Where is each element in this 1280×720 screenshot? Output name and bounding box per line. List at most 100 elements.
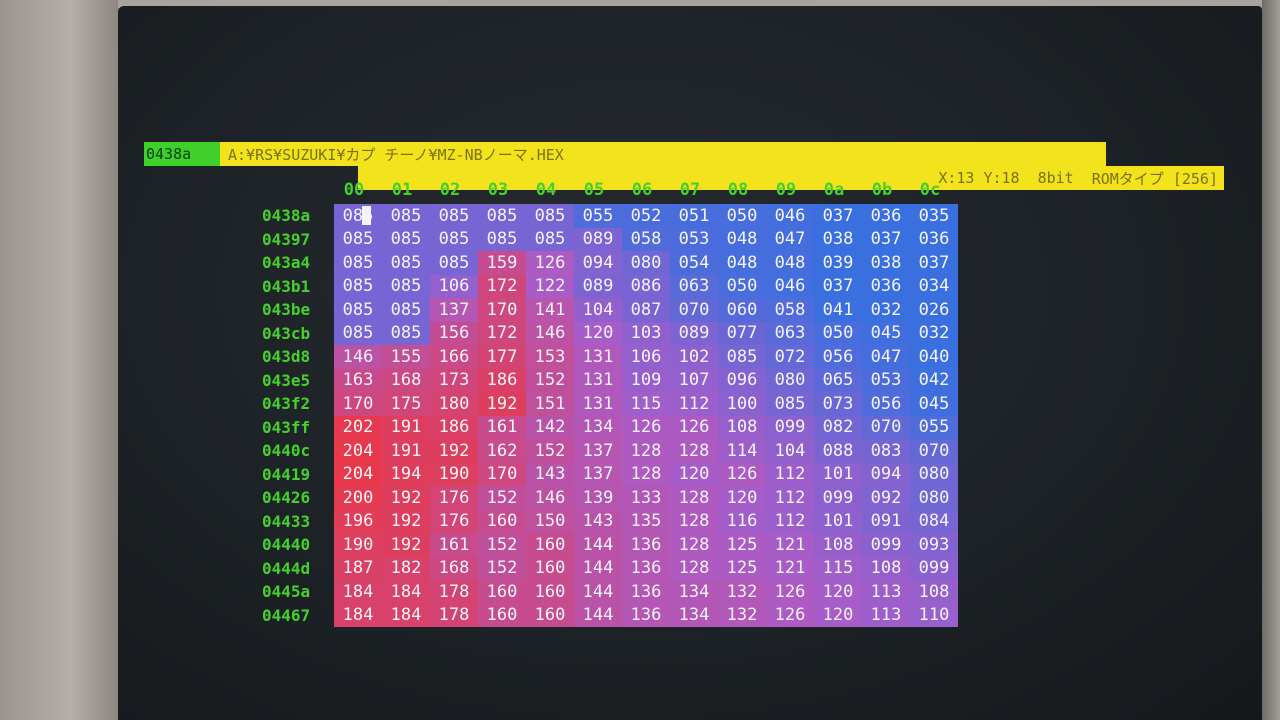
map-cell[interactable]: 035 [910,204,958,228]
map-cell[interactable]: 045 [910,392,958,416]
map-cell[interactable]: 173 [430,368,478,392]
map-cell[interactable]: 048 [766,251,814,275]
map-cell[interactable]: 055 [574,204,622,228]
map-cell[interactable]: 100 [718,392,766,416]
map-cell[interactable]: 110 [910,603,958,627]
map-cell[interactable]: 087 [622,298,670,322]
map-cell[interactable]: 085 [430,251,478,275]
map-cell[interactable]: 146 [526,486,574,510]
map-cell[interactable]: 077 [718,321,766,345]
map-cell[interactable]: 136 [622,556,670,580]
map-cell[interactable]: 085 [382,298,430,322]
map-cell[interactable]: 126 [670,415,718,439]
map-cell[interactable]: 160 [478,509,526,533]
map-cell[interactable]: 152 [478,486,526,510]
map-cell[interactable]: 114 [718,439,766,463]
map-cell[interactable]: 180 [430,392,478,416]
map-cell[interactable]: 032 [910,321,958,345]
map-cell[interactable]: 184 [382,603,430,627]
map-cell[interactable]: 184 [334,580,382,604]
map-cell[interactable]: 102 [670,345,718,369]
map-cell[interactable]: 126 [718,462,766,486]
map-cell[interactable]: 120 [670,462,718,486]
map-cell[interactable]: 120 [814,580,862,604]
map-cell[interactable]: 137 [574,439,622,463]
map-cell[interactable]: 126 [766,603,814,627]
map-cell[interactable]: 050 [718,204,766,228]
map-cell[interactable]: 101 [814,509,862,533]
map-cell[interactable]: 085 [430,204,478,228]
map-cell[interactable]: 125 [718,533,766,557]
map-cell[interactable]: 186 [478,368,526,392]
map-cell[interactable]: 041 [814,298,862,322]
map-cell[interactable]: 053 [862,368,910,392]
map-cell[interactable]: 128 [670,509,718,533]
map-cell[interactable]: 084 [910,509,958,533]
map-cell[interactable]: 036 [862,274,910,298]
map-cell[interactable]: 120 [718,486,766,510]
map-cell[interactable]: 163 [334,368,382,392]
map-cell[interactable]: 160 [526,603,574,627]
map-cell[interactable]: 042 [910,368,958,392]
map-cell[interactable]: 175 [382,392,430,416]
map-cell[interactable]: 168 [382,368,430,392]
map-cell[interactable]: 109 [622,368,670,392]
map-cell[interactable]: 050 [814,321,862,345]
map-cell[interactable]: 184 [334,603,382,627]
map-cell[interactable]: 053 [670,227,718,251]
map-cell[interactable]: 058 [622,227,670,251]
map-cell[interactable]: 085 [526,227,574,251]
map-cell[interactable]: 085 [718,345,766,369]
map-cell[interactable]: 133 [622,486,670,510]
map-cell[interactable]: 112 [670,392,718,416]
map-cell[interactable]: 200 [334,486,382,510]
map-cell[interactable]: 143 [526,462,574,486]
map-cell[interactable]: 136 [622,533,670,557]
map-cell[interactable]: 131 [574,368,622,392]
map-cell[interactable]: 037 [814,204,862,228]
map-cell[interactable]: 192 [430,439,478,463]
map-cell[interactable]: 128 [622,439,670,463]
map-cell[interactable]: 192 [478,392,526,416]
map-cell[interactable]: 156 [430,321,478,345]
map-cell[interactable]: 126 [526,251,574,275]
map-cell[interactable]: 190 [334,533,382,557]
map-cell[interactable]: 120 [574,321,622,345]
map-cell[interactable]: 144 [574,603,622,627]
map-cell[interactable]: 072 [766,345,814,369]
map-cell[interactable]: 085 [334,227,382,251]
map-cell[interactable]: 085 [382,274,430,298]
map-cell[interactable]: 082 [814,415,862,439]
map-cell[interactable]: 026 [910,298,958,322]
map-cell[interactable]: 032 [862,298,910,322]
map-cell[interactable]: 160 [526,556,574,580]
map-cell[interactable]: 143 [574,509,622,533]
map-cell[interactable]: 162 [478,439,526,463]
map-cell[interactable]: 085 [334,321,382,345]
map-cell[interactable]: 091 [862,509,910,533]
map-cell[interactable]: 070 [862,415,910,439]
map-cell[interactable]: 106 [622,345,670,369]
map-cell[interactable]: 153 [526,345,574,369]
map-cell[interactable]: 136 [622,603,670,627]
map-cell[interactable]: 122 [526,274,574,298]
map-cell[interactable]: 182 [382,556,430,580]
map-cell[interactable]: 128 [670,556,718,580]
map-cell[interactable]: 099 [862,533,910,557]
map-cell[interactable]: 104 [766,439,814,463]
map-cell[interactable]: 121 [766,556,814,580]
map-cell[interactable]: 160 [478,580,526,604]
map-cell[interactable]: 088 [814,439,862,463]
map-cell[interactable]: 085 [382,204,430,228]
map-cell[interactable]: 056 [862,392,910,416]
map-cell[interactable]: 048 [718,227,766,251]
map-cell[interactable]: 094 [862,462,910,486]
map-cell[interactable]: 126 [622,415,670,439]
map-cell[interactable]: 113 [862,580,910,604]
map-cell[interactable]: 038 [814,227,862,251]
map-cell[interactable]: 170 [478,298,526,322]
map-cell[interactable]: 070 [670,298,718,322]
map-cell[interactable]: 065 [814,368,862,392]
map-cell[interactable]: 089 [574,227,622,251]
map-cell[interactable]: 085 [430,227,478,251]
